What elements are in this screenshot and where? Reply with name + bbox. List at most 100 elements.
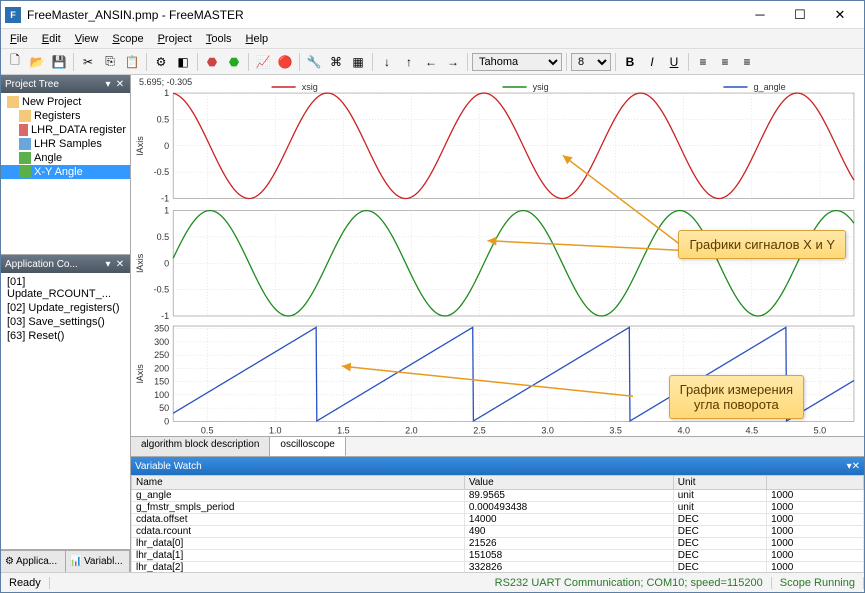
table-row[interactable]: cdata.offset14000DEC1000 [132,514,864,526]
menu-scope[interactable]: Scope [105,31,150,47]
svg-text:g_angle: g_angle [754,82,786,92]
svg-text:0: 0 [164,416,169,426]
vars-icon[interactable]: 🔧 [304,52,324,72]
table-row[interactable]: g_angle89.9565unit1000 [132,490,864,502]
open-icon[interactable]: 📂 [27,52,47,72]
save-icon[interactable]: 💾 [49,52,69,72]
svg-text:lAxis: lAxis [135,364,145,384]
table-row[interactable]: lhr_data[0]21526DEC1000 [132,538,864,550]
svg-text:-0.5: -0.5 [154,167,170,177]
menu-tools[interactable]: Tools [199,31,239,47]
go-icon[interactable]: ⬣ [224,52,244,72]
variable-watch-grid[interactable]: NameValueUnitg_angle89.9565unit1000g_fms… [131,475,864,572]
menu-help[interactable]: Help [239,31,276,47]
stop-icon[interactable]: ⬣ [202,52,222,72]
underline-icon[interactable]: U [664,52,684,72]
scope-area[interactable]: 5.695; -0.305 xsig ysig g_angle -1 -0.5 0 0.5 1 l… [131,75,864,436]
cmd-item[interactable]: [03] Save_settings() [1,315,130,329]
svg-text:100: 100 [154,390,169,400]
svg-text:50: 50 [159,403,169,413]
scope-icon[interactable]: 📈 [253,52,273,72]
svg-text:0.5: 0.5 [201,425,214,435]
svg-text:5.0: 5.0 [814,425,827,435]
arrow-right-icon[interactable]: → [443,52,463,72]
paste-icon[interactable]: 📋 [122,52,142,72]
tab-variables[interactable]: 📊 Variabl... [66,551,131,572]
arrow-left-icon[interactable]: ← [421,52,441,72]
status-scope: Scope Running [772,577,864,589]
tree-item-lhr-data[interactable]: LHR_DATA register [1,123,130,137]
panel-close-icon[interactable]: ✕ [114,79,126,90]
svg-text:150: 150 [154,377,169,387]
table-row[interactable]: cdata.rcount490DEC1000 [132,526,864,538]
cmd-item[interactable]: [01] Update_RCOUNT_... [1,275,130,301]
toolbar: 🗋 📂 💾 ✂ ⎘ 📋 ⚙ ◧ ⬣ ⬣ 📈 🔴 🔧 ⌘ ▦ ↓ ↑ ← → Ta… [1,49,864,75]
italic-icon[interactable]: I [642,52,662,72]
svg-text:350: 350 [154,324,169,334]
align-left-icon[interactable]: ≡ [693,52,713,72]
left-tabs: ⚙ Applica... 📊 Variabl... [1,550,130,572]
svg-text:-0.5: -0.5 [154,285,170,295]
svg-text:0: 0 [164,258,169,268]
panel-pin-icon[interactable]: ▾ [102,79,114,90]
panel-pin-icon[interactable]: ▾ [102,259,114,270]
tool-icon[interactable]: ⚙ [151,52,171,72]
rec-icon[interactable]: 🔴 [275,52,295,72]
tab-osc[interactable]: oscilloscope [270,437,345,456]
svg-text:lAxis: lAxis [135,136,145,156]
project-tree-header: Project Tree ▾ ✕ [1,75,130,93]
svg-text:xsig: xsig [302,82,318,92]
tree-item-angle[interactable]: Angle [1,151,130,165]
font-name-select[interactable]: Tahoma [472,53,562,71]
arrow-up-icon[interactable]: ↑ [399,52,419,72]
tree-item-registers[interactable]: Registers [1,109,130,123]
menu-view[interactable]: View [68,31,106,47]
tree-root[interactable]: New Project [1,95,130,109]
tab-desc[interactable]: algorithm block description [131,437,270,456]
command-list[interactable]: [01] Update_RCOUNT_... [02] Update_regis… [1,273,130,549]
tree-item-lhr-samples[interactable]: LHR Samples [1,137,130,151]
menu-file[interactable]: File [3,31,35,47]
variable-watch-title: Variable Watch [135,461,847,472]
maximize-button[interactable]: ☐ [780,3,820,27]
svg-text:-1: -1 [161,194,169,204]
tab-application[interactable]: ⚙ Applica... [1,551,66,572]
copy-icon[interactable]: ⎘ [100,52,120,72]
app-commands-title: Application Co... [5,259,102,270]
panel-close-icon[interactable]: ✕ [852,461,860,472]
svg-text:0.5: 0.5 [157,232,170,242]
close-button[interactable]: ✕ [820,3,860,27]
panel-close-icon[interactable]: ✕ [114,259,126,270]
align-center-icon[interactable]: ≡ [715,52,735,72]
font-size-select[interactable]: 8 [571,53,611,71]
align-right-icon[interactable]: ≡ [737,52,757,72]
tree-item-xy-angle[interactable]: X-Y Angle [1,165,130,179]
project-tree[interactable]: New Project Registers LHR_DATA register … [1,93,130,254]
svg-text:1: 1 [164,206,169,216]
svg-text:250: 250 [154,350,169,360]
svg-text:1.0: 1.0 [269,425,282,435]
callout-angle: График измеренияугла поворота [669,375,804,419]
status-comm: RS232 UART Communication; COM10; speed=1… [487,577,772,589]
menu-edit[interactable]: Edit [35,31,68,47]
new-icon[interactable]: 🗋 [5,52,25,72]
svg-text:0: 0 [164,141,169,151]
svg-text:5.695; -0.305: 5.695; -0.305 [139,77,192,87]
table-row[interactable]: g_fmstr_smpls_period0.000493438unit1000 [132,502,864,514]
cmds-icon[interactable]: ⌘ [326,52,346,72]
svg-text:ysig: ysig [533,82,549,92]
grid-icon[interactable]: ▦ [348,52,368,72]
table-row[interactable]: lhr_data[2]332826DEC1000 [132,562,864,572]
arrow-down-icon[interactable]: ↓ [377,52,397,72]
cmd-item[interactable]: [63] Reset() [1,329,130,343]
table-row[interactable]: lhr_data[1]151058DEC1000 [132,550,864,562]
menubar: File Edit View Scope Project Tools Help [1,29,864,49]
svg-text:3.0: 3.0 [541,425,554,435]
bold-icon[interactable]: B [620,52,640,72]
tool2-icon[interactable]: ◧ [173,52,193,72]
menu-project[interactable]: Project [151,31,199,47]
status-ready: Ready [1,577,50,589]
cut-icon[interactable]: ✂ [78,52,98,72]
cmd-item[interactable]: [02] Update_registers() [1,301,130,315]
minimize-button[interactable]: ─ [740,3,780,27]
